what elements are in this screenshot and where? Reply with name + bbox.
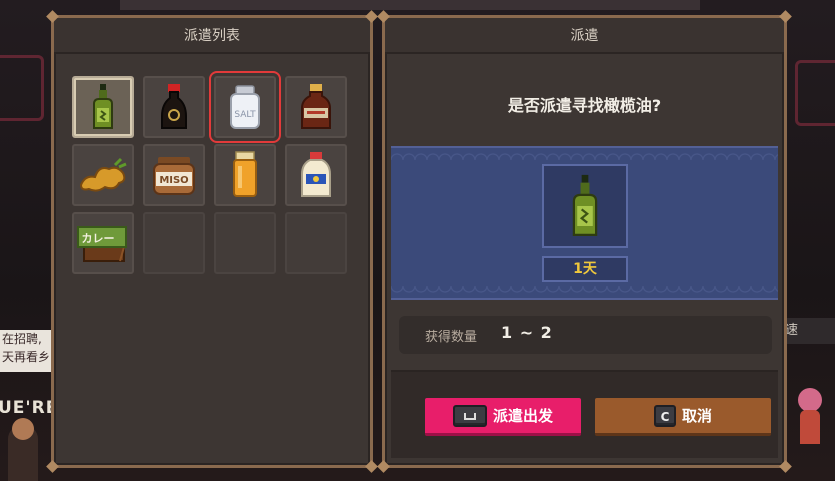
item-slot-sauce[interactable] xyxy=(285,76,347,138)
cancel-button-label: 取消 xyxy=(681,407,712,425)
item-slot-empty xyxy=(143,212,205,274)
item-slot-soy-sauce[interactable] xyxy=(143,76,205,138)
dispatch-list-panel: 派遣列表 SALT MISO カレー xyxy=(46,10,378,473)
background-sign-left: 在招聘, 天再看乡 xyxy=(0,330,52,372)
item-slot-salt[interactable]: SALT xyxy=(209,71,281,143)
background-top-strip xyxy=(120,0,700,10)
item-slot-miso[interactable]: MISO xyxy=(143,144,205,206)
background-banner-text: UE'RE xyxy=(0,398,59,418)
cancel-button[interactable]: C 取消 xyxy=(595,398,771,436)
dispatch-detail-panel: 派遣 是否派遣寻找橄榄油? 1天 获得数量 1 ~ 2 派遣出发 C 取消 xyxy=(377,10,792,473)
salt-label: SALT xyxy=(234,110,256,120)
background-neon-sign-right xyxy=(795,60,835,126)
reward-item-box xyxy=(542,164,628,248)
sauce-bottle-icon xyxy=(301,84,331,129)
curry-label: カレー xyxy=(82,232,115,245)
dispatch-list-title: 派遣列表 xyxy=(54,18,370,54)
item-slot-ginger[interactable] xyxy=(72,144,134,206)
quantity-row: 获得数量 1 ~ 2 xyxy=(399,316,772,354)
dispatch-button-label: 派遣出发 xyxy=(492,407,553,425)
quantity-value: 1 ~ 2 xyxy=(501,323,553,342)
button-area: 派遣出发 C 取消 xyxy=(391,370,778,458)
background-character-left-head xyxy=(12,418,34,440)
olive-oil-bottle-icon xyxy=(572,174,598,236)
item-slot-empty xyxy=(214,212,276,274)
background-sign-line: 在招聘, xyxy=(2,332,42,346)
dispatch-button[interactable]: 派遣出发 xyxy=(425,398,581,436)
quantity-label: 获得数量 xyxy=(425,330,478,345)
soy-sauce-bottle-icon xyxy=(161,84,187,129)
dispatch-question: 是否派遣寻找橄榄油? xyxy=(507,96,662,115)
dispatch-title: 派遣 xyxy=(385,18,784,54)
curry-block-icon: カレー xyxy=(77,226,127,262)
background-character-right xyxy=(795,388,825,444)
item-slot-empty xyxy=(285,212,347,274)
dispatch-duration: 1天 xyxy=(542,256,628,282)
item-slot-mayonnaise[interactable] xyxy=(285,144,347,206)
olive-oil-bottle-icon xyxy=(93,84,113,129)
miso-jar-icon: MISO xyxy=(153,157,195,195)
spice-jar-icon xyxy=(233,151,257,197)
background-sign-line: 天再看乡 xyxy=(2,350,51,364)
item-slot-curry[interactable]: カレー xyxy=(72,212,134,274)
background-neon-sign-left xyxy=(0,55,44,121)
c-key-icon: C xyxy=(653,404,676,427)
mayonnaise-icon xyxy=(301,152,331,197)
background-tag-right: 速 xyxy=(781,318,835,344)
salt-shaker-icon: SALT xyxy=(230,85,260,129)
item-slot-olive-oil[interactable] xyxy=(72,76,134,138)
space-key-icon xyxy=(452,404,487,427)
miso-label: MISO xyxy=(159,175,188,186)
item-slot-spice-jar[interactable] xyxy=(214,144,276,206)
ginger-root-icon xyxy=(79,157,127,192)
